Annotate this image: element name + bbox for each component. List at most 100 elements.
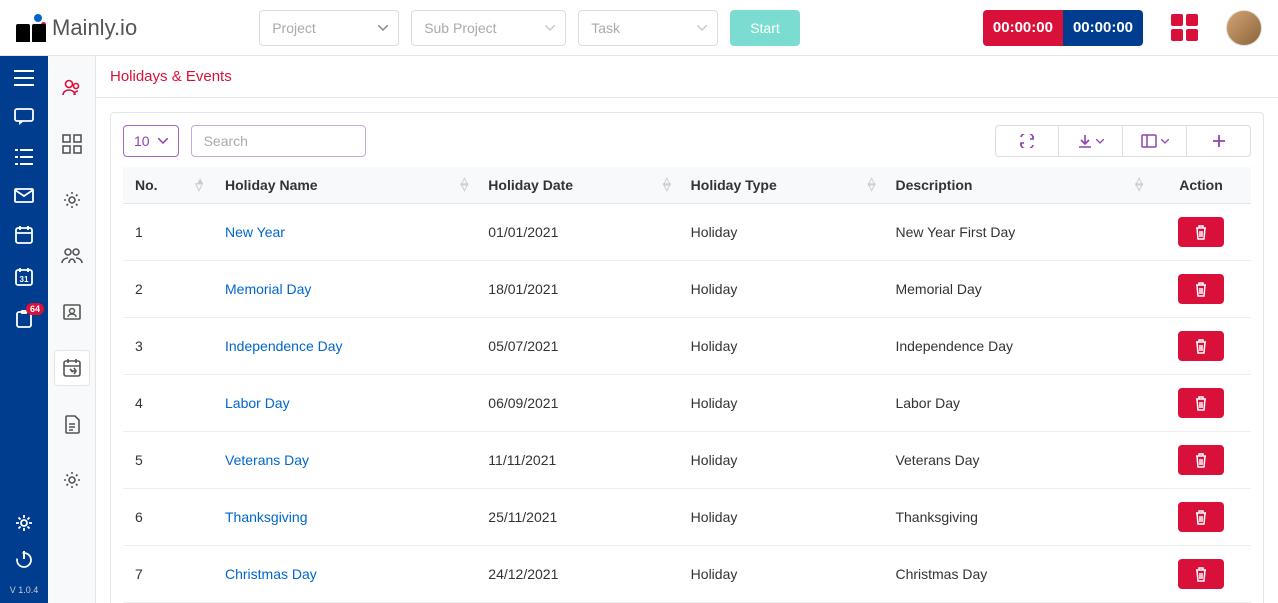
cell-date: 11/11/2021: [476, 432, 678, 489]
logo-text: Mainly.io: [52, 15, 137, 41]
cell-type: Holiday: [679, 375, 884, 432]
col-no[interactable]: No.▲▽: [123, 167, 213, 204]
cell-type: Holiday: [679, 546, 884, 603]
columns-button[interactable]: [1123, 125, 1187, 157]
cell-desc: Labor Day: [883, 375, 1151, 432]
table-row: 3Independence Day05/07/2021HolidayIndepe…: [123, 318, 1251, 375]
holidays-table: No.▲▽ Holiday Name△▽ Holiday Date△▽ Holi…: [123, 167, 1251, 603]
delete-button[interactable]: [1178, 559, 1224, 589]
table-toolbar: 10: [123, 125, 1251, 157]
cell-no: 6: [123, 489, 213, 546]
table-panel: 10 No.▲▽ Holiday Nam: [110, 112, 1264, 603]
settings2-icon[interactable]: [54, 462, 90, 498]
page-title: Holidays & Events: [110, 68, 232, 85]
refresh-button[interactable]: [995, 125, 1059, 157]
download-button[interactable]: [1059, 125, 1123, 157]
cell-date: 25/11/2021: [476, 489, 678, 546]
clipboard-icon[interactable]: 64: [14, 309, 34, 329]
cell-name[interactable]: New Year: [213, 204, 476, 261]
project-select[interactable]: Project: [259, 10, 399, 46]
cell-desc: New Year First Day: [883, 204, 1151, 261]
report-icon[interactable]: [54, 406, 90, 442]
chevron-down-icon: [158, 138, 168, 144]
top-selects: Project Sub Project Task: [259, 10, 718, 46]
svg-text:31: 31: [20, 275, 29, 284]
delete-button[interactable]: [1178, 217, 1224, 247]
cell-type: Holiday: [679, 318, 884, 375]
power-icon[interactable]: [14, 549, 34, 569]
cell-date: 06/09/2021: [476, 375, 678, 432]
sidebar-primary: 31 64 V 1.0.4: [0, 56, 48, 603]
cell-type: Holiday: [679, 204, 884, 261]
cell-date: 24/12/2021: [476, 546, 678, 603]
version-label: V 1.0.4: [10, 585, 39, 595]
settings-icon[interactable]: [14, 513, 34, 533]
delete-button[interactable]: [1178, 274, 1224, 304]
chevron-down-icon: [545, 25, 555, 31]
cell-date: 05/07/2021: [476, 318, 678, 375]
cell-date: 01/01/2021: [476, 204, 678, 261]
timer-2: 00:00:00: [1063, 10, 1143, 46]
people-icon[interactable]: [54, 70, 90, 106]
cell-desc: Thanksgiving: [883, 489, 1151, 546]
table-row: 1New Year01/01/2021HolidayNew Year First…: [123, 204, 1251, 261]
delete-button[interactable]: [1178, 445, 1224, 475]
task-select[interactable]: Task: [578, 10, 718, 46]
cell-no: 4: [123, 375, 213, 432]
add-button[interactable]: [1187, 125, 1251, 157]
chevron-down-icon: [697, 25, 707, 31]
chat-icon[interactable]: [14, 108, 34, 126]
col-desc[interactable]: Description△▽: [883, 167, 1151, 204]
topbar: Mainly.io Project Sub Project Task Start…: [0, 0, 1278, 56]
cell-name[interactable]: Thanksgiving: [213, 489, 476, 546]
cell-name[interactable]: Memorial Day: [213, 261, 476, 318]
cell-name[interactable]: Veterans Day: [213, 432, 476, 489]
cell-name[interactable]: Independence Day: [213, 318, 476, 375]
search-input[interactable]: [191, 125, 366, 157]
dashboard-icon[interactable]: [54, 126, 90, 162]
delete-button[interactable]: [1178, 331, 1224, 361]
cell-desc: Memorial Day: [883, 261, 1151, 318]
cell-type: Holiday: [679, 261, 884, 318]
col-date[interactable]: Holiday Date△▽: [476, 167, 678, 204]
col-type[interactable]: Holiday Type△▽: [679, 167, 884, 204]
tasks-icon[interactable]: [14, 148, 34, 166]
start-button[interactable]: Start: [730, 10, 800, 46]
delete-button[interactable]: [1178, 502, 1224, 532]
page-size-select[interactable]: 10: [123, 125, 179, 157]
table-row: 5Veterans Day11/11/2021HolidayVeterans D…: [123, 432, 1251, 489]
cell-date: 18/01/2021: [476, 261, 678, 318]
cell-name[interactable]: Christmas Day: [213, 546, 476, 603]
apps-grid-icon[interactable]: [1171, 14, 1198, 41]
cell-no: 7: [123, 546, 213, 603]
subproject-select[interactable]: Sub Project: [411, 10, 566, 46]
cell-no: 5: [123, 432, 213, 489]
sidebar-secondary: [48, 56, 96, 603]
id-card-icon[interactable]: [54, 294, 90, 330]
calendar-31-icon[interactable]: 31: [14, 267, 34, 287]
cell-desc: Veterans Day: [883, 432, 1151, 489]
calendar-event-icon[interactable]: [54, 350, 90, 386]
mail-icon[interactable]: [14, 188, 34, 203]
cell-no: 3: [123, 318, 213, 375]
gear-icon[interactable]: [54, 182, 90, 218]
timer-1: 00:00:00: [983, 10, 1063, 46]
notification-badge: 64: [26, 303, 44, 315]
col-action: Action: [1151, 167, 1251, 204]
col-name[interactable]: Holiday Name△▽: [213, 167, 476, 204]
cell-no: 2: [123, 261, 213, 318]
menu-icon[interactable]: [14, 70, 34, 86]
table-row: 4Labor Day06/09/2021HolidayLabor Day: [123, 375, 1251, 432]
team-icon[interactable]: [54, 238, 90, 274]
chevron-down-icon: [378, 25, 388, 31]
page-header: Holidays & Events: [96, 56, 1278, 98]
cell-no: 1: [123, 204, 213, 261]
calendar-icon[interactable]: [14, 225, 34, 245]
cell-name[interactable]: Labor Day: [213, 375, 476, 432]
delete-button[interactable]: [1178, 388, 1224, 418]
logo[interactable]: Mainly.io: [16, 14, 137, 42]
table-row: 6Thanksgiving25/11/2021HolidayThanksgivi…: [123, 489, 1251, 546]
cell-type: Holiday: [679, 432, 884, 489]
content: Holidays & Events 10: [96, 56, 1278, 603]
avatar[interactable]: [1226, 10, 1262, 46]
